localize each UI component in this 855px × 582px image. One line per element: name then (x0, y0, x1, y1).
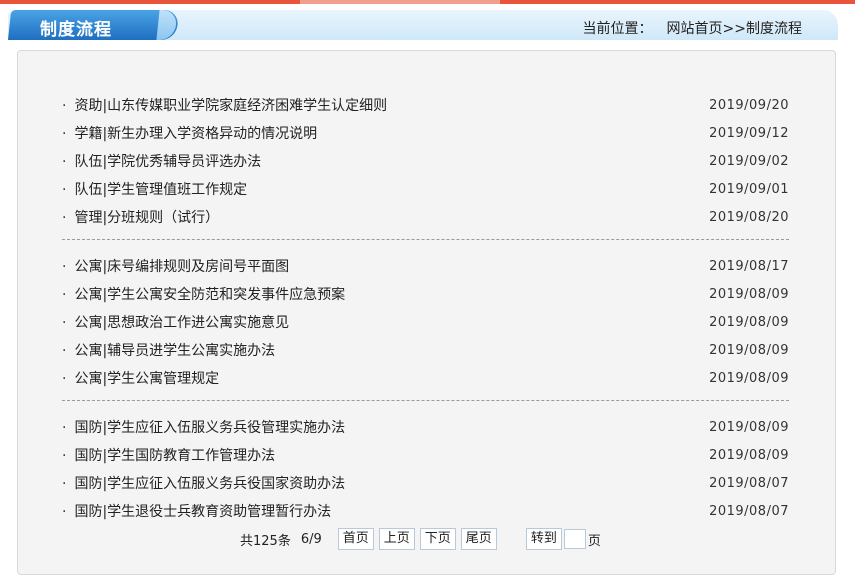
article-link[interactable]: 公寓|学生公寓管理规定 (62, 368, 219, 388)
section-header: 制度流程 当前位置： 网站首页>>制度流程 (8, 10, 838, 40)
list-item: 队伍|学生管理值班工作规定 2019/09/01 (62, 175, 789, 203)
article-group: 资助|山东传媒职业学院家庭经济困难学生认定细则 2019/09/20 学籍|新生办理… (62, 91, 789, 231)
location-bar: 当前位置： 网站首页>>制度流程 (583, 18, 802, 38)
article-link[interactable]: 队伍|学院优秀辅导员评选办法 (62, 151, 261, 171)
list-item: 公寓|学生公寓安全防范和突发事件应急预案 2019/08/09 (62, 280, 789, 308)
article-link[interactable]: 资助|山东传媒职业学院家庭经济困难学生认定细则 (62, 95, 387, 115)
list-item: 公寓|辅导员进学生公寓实施办法 2019/08/09 (62, 336, 789, 364)
page-unit-label: 页 (587, 533, 601, 549)
article-link[interactable]: 国防|学生国防教育工作管理办法 (62, 445, 275, 465)
article-link[interactable]: 国防|学生应征入伍服义务兵役管理实施办法 (62, 417, 345, 437)
article-date: 2019/08/09 (709, 447, 789, 463)
article-date: 2019/08/17 (709, 258, 789, 274)
last-page-button[interactable]: 尾页 (460, 528, 497, 550)
article-link[interactable]: 国防|学生应征入伍服义务兵役国家资助办法 (62, 473, 345, 493)
article-date: 2019/08/09 (709, 286, 789, 302)
article-group: 公寓|床号编排规则及房间号平面图 2019/08/17 公寓|学生公寓安全防范和突发… (62, 239, 789, 392)
article-link[interactable]: 国防|学生退役士兵教育资助管理暂行办法 (62, 501, 331, 521)
list-item: 国防|学生退役士兵教育资助管理暂行办法 2019/08/07 (62, 497, 789, 525)
list-item: 队伍|学院优秀辅导员评选办法 2019/09/02 (62, 147, 789, 175)
article-link[interactable]: 公寓|思想政治工作进公寓实施意见 (62, 312, 289, 332)
article-link[interactable]: 队伍|学生管理值班工作规定 (62, 179, 247, 199)
list-item: 国防|学生应征入伍服义务兵役管理实施办法 2019/08/09 (62, 413, 789, 441)
article-date: 2019/08/07 (709, 475, 789, 491)
total-count: 共125条 (240, 533, 291, 549)
next-page-button[interactable]: 下页 (419, 528, 456, 550)
article-date: 2019/09/12 (709, 125, 789, 141)
first-page-button[interactable]: 首页 (337, 528, 374, 550)
article-date: 2019/09/02 (709, 153, 789, 169)
prev-page-button[interactable]: 上页 (378, 528, 415, 550)
article-group: 国防|学生应征入伍服义务兵役管理实施办法2019/08/09国防|学生国防教育工… (62, 400, 789, 525)
breadcrumb[interactable]: 网站首页>>制度流程 (667, 21, 802, 37)
list-item: 资助|山东传媒职业学院家庭经济困难学生认定细则 2019/09/20 (62, 91, 789, 119)
article-link[interactable]: 管理|分班规则（试行） (62, 207, 219, 227)
list-item: 学籍|新生办理入学资格异动的情况说明 2019/09/12 (62, 119, 789, 147)
article-link[interactable]: 公寓|学生公寓安全防范和突发事件应急预案 (62, 284, 345, 304)
article-date: 2019/08/09 (709, 342, 789, 358)
list-item: 国防|学生国防教育工作管理办法 2019/08/09 (62, 441, 789, 469)
goto-button[interactable]: 转到 (525, 528, 562, 550)
pagination: 共125条 6/9 首页 上页 下页 尾页 转到 页 (240, 527, 601, 551)
list-item: 公寓|思想政治工作进公寓实施意见 2019/08/09 (62, 308, 789, 336)
list-item: 公寓|床号编排规则及房间号平面图 2019/08/17 (62, 252, 789, 280)
list-item: 管理|分班规则（试行） 2019/08/20 (62, 203, 789, 231)
article-date: 2019/09/20 (709, 97, 789, 113)
goto-page-input[interactable] (563, 529, 586, 549)
article-date: 2019/08/09 (709, 419, 789, 435)
article-link[interactable]: 公寓|辅导员进学生公寓实施办法 (62, 340, 275, 360)
list-item: 国防|学生应征入伍服义务兵役国家资助办法 2019/08/07 (62, 469, 789, 497)
article-list: 资助|山东传媒职业学院家庭经济困难学生认定细则 2019/09/20 学籍|新生办理… (62, 91, 789, 525)
top-accent-line (0, 0, 855, 4)
list-item: 公寓|学生公寓管理规定 2019/08/09 (62, 364, 789, 392)
content-panel: 资助|山东传媒职业学院家庭经济困难学生认定细则 2019/09/20 学籍|新生办理… (17, 50, 836, 575)
article-link[interactable]: 学籍|新生办理入学资格异动的情况说明 (62, 123, 317, 143)
article-date: 2019/08/07 (709, 503, 789, 519)
article-link[interactable]: 公寓|床号编排规则及房间号平面图 (62, 256, 289, 276)
article-date: 2019/08/09 (709, 370, 789, 386)
article-date: 2019/08/20 (709, 209, 789, 225)
article-date: 2019/08/09 (709, 314, 789, 330)
section-title: 制度流程 (40, 20, 112, 40)
page-indicator: 6/9 (300, 531, 322, 547)
article-date: 2019/09/01 (709, 181, 789, 197)
location-label: 当前位置： (582, 21, 653, 37)
